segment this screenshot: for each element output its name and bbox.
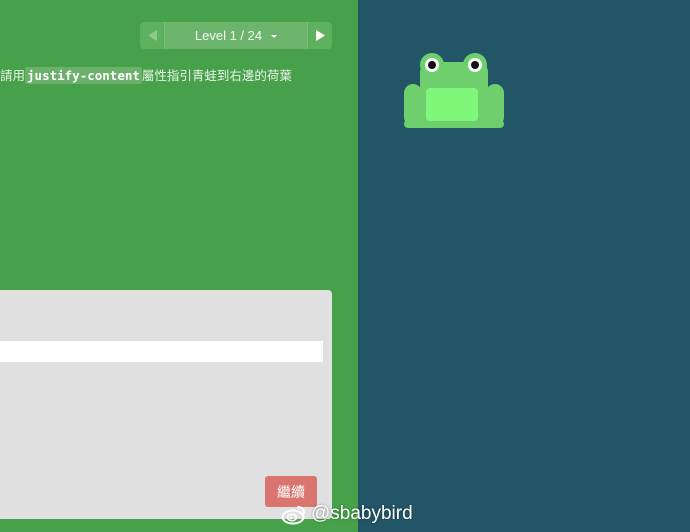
- instruction-before: 請用: [0, 68, 26, 83]
- frog-left-leg: [404, 84, 422, 126]
- weibo-icon: [281, 506, 305, 525]
- watermark-text: @sbabybird: [311, 503, 413, 524]
- level-navigation: Level 1 / 24: [140, 22, 332, 49]
- frog-right-leg: [486, 84, 504, 126]
- pond-board: [358, 0, 690, 532]
- triangle-left-icon: [147, 30, 157, 41]
- previous-level-button[interactable]: [140, 22, 165, 49]
- watermark: @sbabybird: [281, 503, 413, 525]
- instruction-code: justify-content: [25, 67, 142, 84]
- triangle-right-icon: [315, 30, 325, 41]
- next-level-button[interactable]: [307, 22, 332, 49]
- instruction-after: 屬性指引青蛙到右邊的荷葉: [141, 68, 292, 83]
- instructions-panel: Level 1 / 24 請用 justify-content 屬性指引青蛙到右邊的…: [0, 0, 358, 532]
- caret-down-icon: [271, 35, 278, 38]
- css-input[interactable]: [0, 341, 323, 362]
- frog-left-pupil: [428, 61, 436, 69]
- level-selector[interactable]: Level 1 / 24: [165, 22, 307, 49]
- frog-right-pupil: [471, 61, 479, 69]
- level-label: Level 1 / 24: [194, 28, 263, 43]
- instruction-text: 請用 justify-content 屬性指引青蛙到右邊的荷葉: [0, 66, 292, 86]
- frog: [404, 53, 504, 128]
- frog-belly: [426, 88, 478, 121]
- css-editor: 繼續: [0, 290, 332, 519]
